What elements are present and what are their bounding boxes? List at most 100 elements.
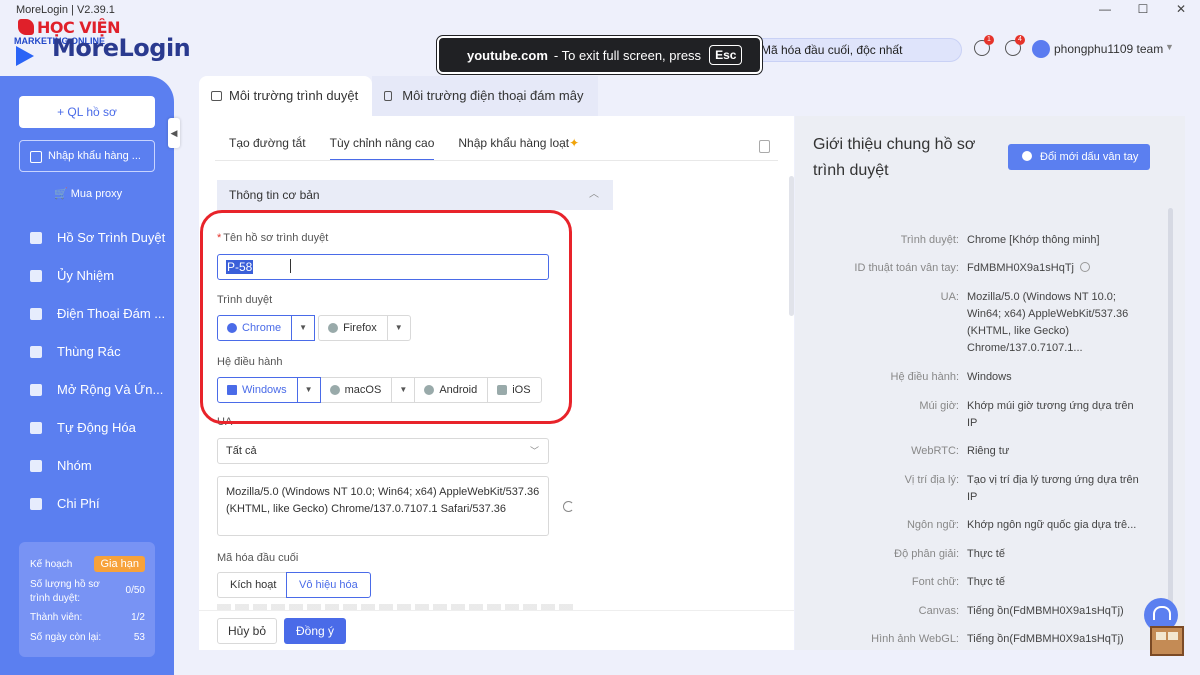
- collapse-sidebar-icon[interactable]: ◀: [168, 118, 180, 148]
- section-basic-info[interactable]: Thông tin cơ bản ︿: [217, 180, 613, 210]
- import-button[interactable]: Nhập khẩu hàng ...: [19, 140, 155, 172]
- chevron-up-icon: ︿: [589, 189, 599, 200]
- refresh-icon[interactable]: [563, 501, 574, 512]
- windows-option[interactable]: Windows: [217, 377, 298, 403]
- firefox-version-dropdown[interactable]: ▼: [386, 315, 411, 341]
- row-key: Vị trí địa lý:: [904, 474, 959, 486]
- browser-label: Trình duyệt: [217, 294, 273, 306]
- form-scrollbar[interactable]: [789, 176, 794, 316]
- browser-icon: [30, 232, 42, 244]
- tab-cloud-phone-environment[interactable]: Môi trường điện thoại đám mây: [372, 76, 598, 116]
- row-value: Thực tế: [967, 548, 1005, 560]
- minimize-button[interactable]: —: [1086, 0, 1124, 20]
- row-key: UA:: [940, 291, 959, 303]
- plan-label: Kế hoạch: [30, 558, 73, 570]
- e2e-disable-option[interactable]: Vô hiệu hóa: [286, 572, 371, 598]
- phone-icon: [384, 91, 393, 101]
- overview-scrollbar[interactable]: [1168, 208, 1173, 638]
- sidebar-item-label: Thùng Rác: [57, 344, 121, 359]
- sidebar-item-proxy[interactable]: Ủy Nhiệm: [30, 266, 170, 286]
- promo-banner[interactable]: Mã hóa đầu cuối, độc nhất: [730, 38, 962, 62]
- document-icon[interactable]: [759, 140, 770, 153]
- renew-button[interactable]: Gia hạn: [94, 556, 145, 572]
- overview-title: Giới thiệu chung hồ sơ trình duyệt: [813, 136, 976, 179]
- chevron-down-icon[interactable]: ▼: [1165, 42, 1174, 52]
- tab-label: Môi trường trình duyệt: [229, 88, 359, 103]
- help-icon[interactable]: [1079, 262, 1090, 272]
- row-key: Hình ảnh WebGL:: [871, 633, 959, 645]
- sidebar-item-group[interactable]: Nhóm: [30, 456, 170, 476]
- macos-option[interactable]: macOS: [319, 377, 393, 403]
- window-controls: — ☐ ✕: [1086, 0, 1200, 20]
- browser-window-icon: [211, 91, 222, 101]
- esc-key: Esc: [709, 45, 743, 65]
- windows-version-dropdown[interactable]: ▼: [296, 377, 321, 403]
- cancel-button[interactable]: Hủy bỏ: [217, 618, 277, 644]
- label-text: Tên hồ sơ trình duyệt: [223, 232, 329, 244]
- sidebar-item-browser-profiles[interactable]: Hồ Sơ Trình Duyệt: [30, 228, 170, 248]
- section-title: Thông tin cơ bản: [229, 188, 320, 202]
- sidebar-item-cost[interactable]: Chi Phí: [30, 494, 170, 514]
- sidebar-item-trash[interactable]: Thùng Rác: [30, 342, 170, 362]
- new-profile-button[interactable]: + QL hồ sơ: [19, 96, 155, 128]
- proxy-icon: [30, 270, 42, 282]
- option-label: macOS: [344, 384, 382, 396]
- user-name[interactable]: phongphu1109 team: [1054, 42, 1163, 56]
- tab-batch-import[interactable]: Nhập khẩu hàng loạt✦: [458, 136, 579, 161]
- android-option[interactable]: Android: [414, 377, 489, 403]
- members-value: 1/2: [131, 612, 145, 623]
- row-key: Canvas:: [918, 605, 959, 617]
- refresh-fingerprint-button[interactable]: Đổi mới dấu vân tay: [1008, 144, 1150, 170]
- ios-icon: [497, 385, 508, 395]
- sidebar-item-cloud-phone[interactable]: Điện Thoại Đám ...: [30, 304, 170, 324]
- days-left-label: Số ngày còn lại:: [30, 632, 102, 643]
- row-value: Khớp múi giờ tương ứng dựa trên IP: [967, 400, 1134, 429]
- firefox-icon: [328, 323, 339, 333]
- tab-label: Nhập khẩu hàng loạt: [458, 136, 570, 150]
- e2e-enable-option[interactable]: Kích hoạt: [217, 572, 290, 598]
- tab-label: Môi trường điện thoại đám mây: [402, 88, 584, 103]
- row-key: Múi giờ:: [919, 400, 959, 412]
- e2e-label: Mã hóa đầu cuối: [217, 552, 299, 564]
- chrome-icon: [227, 323, 237, 333]
- brand-name: MoreLogin: [52, 34, 191, 62]
- row-key: ID thuật toán vân tay:: [854, 262, 959, 274]
- ios-option[interactable]: iOS: [487, 377, 542, 403]
- sidebar-item-label: Nhóm: [57, 458, 92, 473]
- bell-badge: 4: [1015, 35, 1025, 45]
- notification-badge: 1: [984, 35, 994, 45]
- row-key: Hệ điều hành:: [890, 371, 960, 383]
- ua-textarea[interactable]: Mozilla/5.0 (Windows NT 10.0; Win64; x64…: [217, 476, 549, 536]
- os-label: Hệ điều hành: [217, 356, 283, 368]
- avatar[interactable]: [1032, 40, 1050, 58]
- tab-advanced-custom[interactable]: Tùy chỉnh nâng cao: [329, 136, 435, 161]
- buy-proxy-link[interactable]: 🛒 Mua proxy: [54, 187, 122, 200]
- environment-tabs: Môi trường trình duyệt Môi trường điện t…: [199, 76, 598, 116]
- sidebar-item-automation[interactable]: Tự Động Hóa: [30, 418, 170, 438]
- os-selector: Windows ▼ macOS ▼ Android iOS: [217, 377, 542, 403]
- sidebar-item-extensions[interactable]: Mở Rộng Và Ứn...: [30, 380, 170, 400]
- profile-name-input[interactable]: P-58: [217, 254, 549, 280]
- trash-icon: [30, 346, 42, 358]
- ua-select[interactable]: Tất cả ﹀: [217, 438, 549, 464]
- row-key: Ngôn ngữ:: [906, 519, 959, 531]
- ok-button[interactable]: Đồng ý: [284, 618, 346, 644]
- chrome-version-dropdown[interactable]: ▼: [291, 315, 316, 341]
- input-value: P-58: [226, 260, 254, 274]
- macos-version-dropdown[interactable]: ▼: [391, 377, 416, 403]
- chrome-option[interactable]: Chrome: [217, 315, 293, 341]
- option-label: Firefox: [343, 322, 377, 334]
- tab-quick-create[interactable]: Tạo đường tắt: [229, 136, 306, 161]
- text-cursor-icon: [290, 259, 291, 273]
- hocvien-logo-icon: [18, 19, 34, 35]
- chevron-down-icon: ﹀: [529, 446, 539, 456]
- sidebar-item-label: Chi Phí: [57, 496, 100, 511]
- members-label: Thành viên:: [30, 612, 83, 623]
- close-button[interactable]: ✕: [1162, 0, 1200, 20]
- profile-name-label: * Tên hồ sơ trình duyệt: [217, 232, 328, 244]
- tab-browser-environment[interactable]: Môi trường trình duyệt: [199, 76, 373, 116]
- maximize-button[interactable]: ☐: [1124, 0, 1162, 20]
- option-label: Windows: [242, 384, 287, 396]
- sidebar-item-label: Mở Rộng Và Ứn...: [57, 382, 164, 397]
- firefox-option[interactable]: Firefox: [318, 315, 388, 341]
